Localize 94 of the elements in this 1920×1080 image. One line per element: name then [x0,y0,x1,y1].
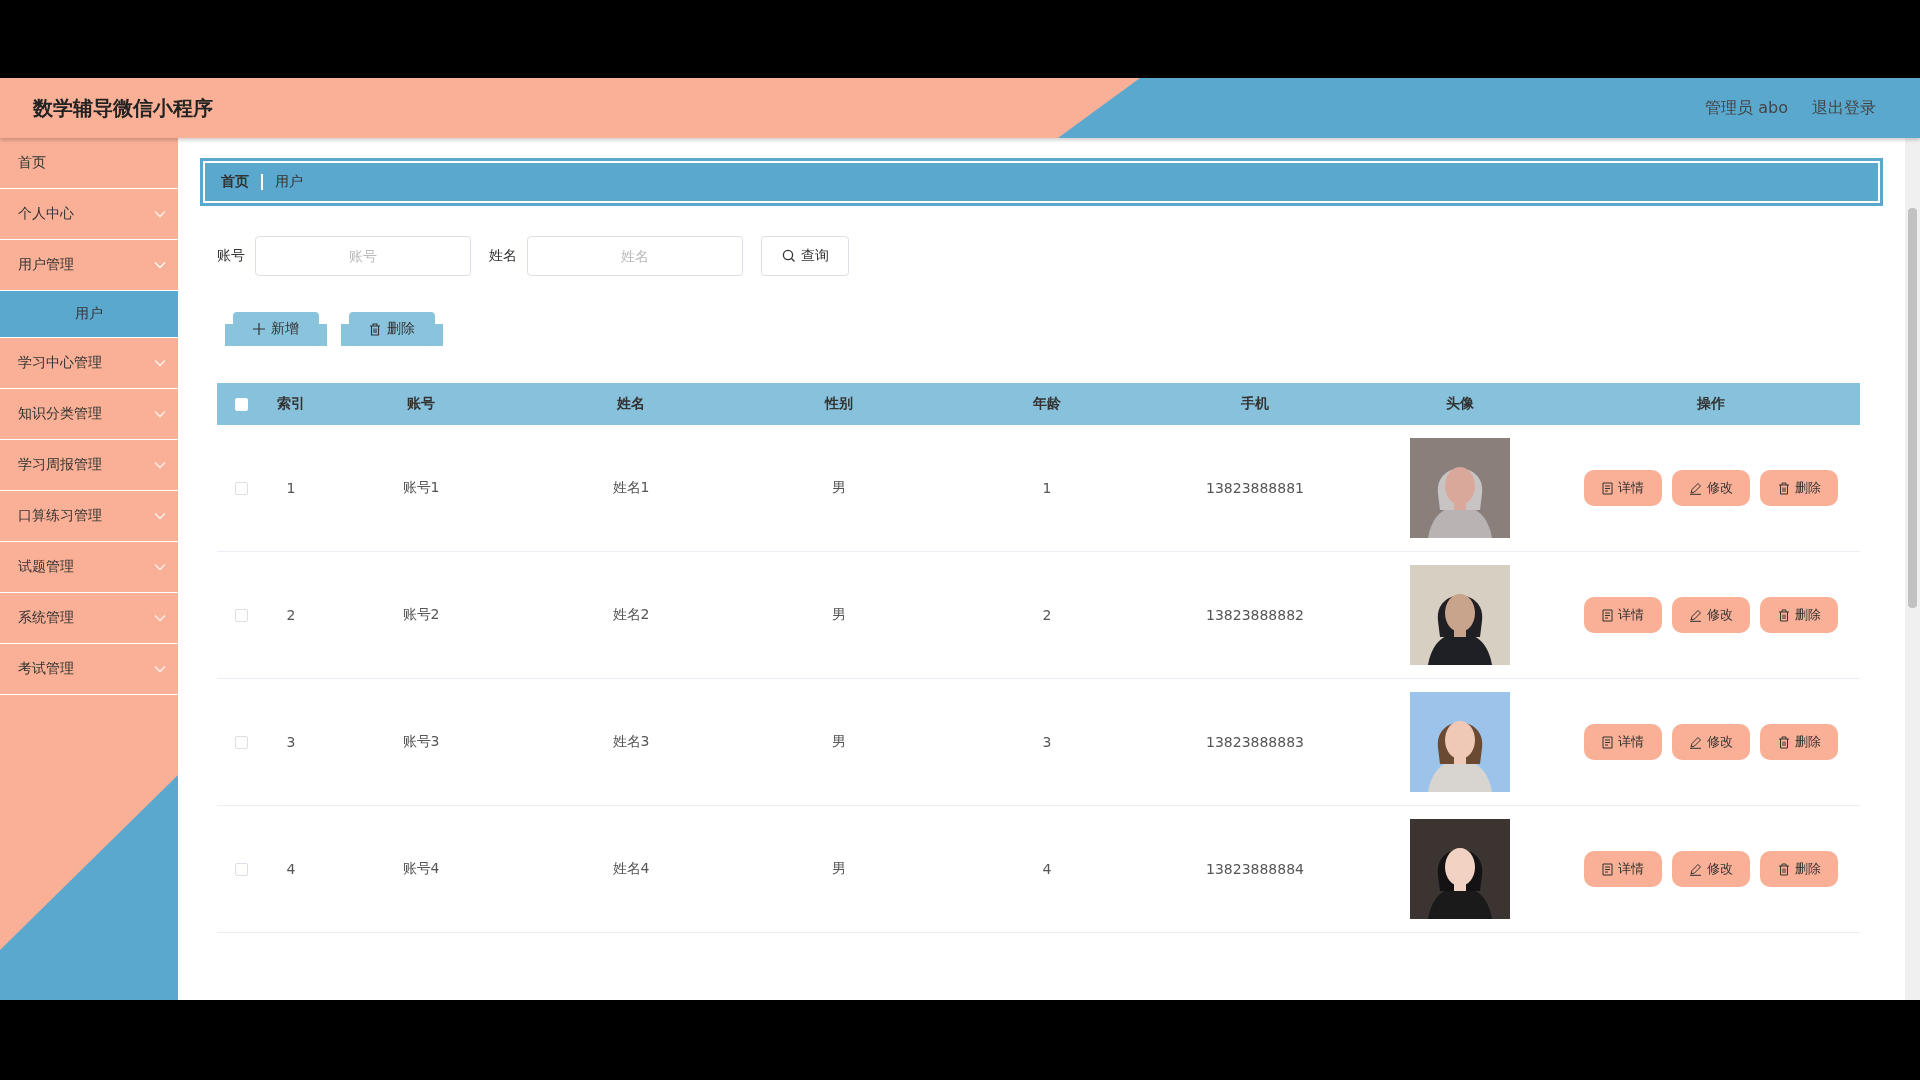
chevron-icon [154,210,166,218]
table-cell: 账号1 [402,479,440,497]
pencil-icon [1689,735,1702,749]
chevron-icon [154,261,166,269]
chevron-icon [154,359,166,367]
plus-icon [253,323,265,335]
breadcrumb-link[interactable]: 首页 [221,173,249,191]
field-label: 账号 [217,247,245,265]
table-cell: 男 [832,733,846,751]
column-header: 手机 [1241,395,1269,413]
trash-icon [1777,862,1790,876]
sidebar-item[interactable]: 首页 [0,138,178,189]
pencil-icon [1689,481,1702,495]
trash-icon [1777,481,1790,495]
sidebar-item[interactable]: 知识分类管理 [0,389,178,440]
delete-button[interactable]: 删除 [1760,470,1838,506]
chevron-icon [154,563,166,571]
document-icon [1602,481,1613,495]
column-header: 姓名 [617,395,645,413]
sidebar-item[interactable]: 口算练习管理 [0,491,178,542]
table-cell: 姓名2 [612,606,650,624]
scrollbar-thumb[interactable] [1908,208,1917,608]
app-title: 数学辅导微信小程序 [33,94,213,122]
row-checkbox[interactable] [235,862,248,876]
table-cell: 1 [1042,480,1052,496]
detail-button[interactable]: 详情 [1584,470,1662,506]
table-cell: 账号3 [402,733,440,751]
column-header: 操作 [1697,395,1725,413]
table-cell: 1 [286,480,296,496]
document-icon [1602,862,1613,876]
table-cell: 4 [1042,861,1052,877]
edit-button[interactable]: 修改 [1672,470,1750,506]
table-cell: 2 [286,607,296,623]
row-checkbox[interactable] [235,608,248,622]
chevron-icon [154,410,166,418]
table-cell: 3 [1042,734,1052,750]
row-checkbox[interactable] [235,481,248,495]
logout-link[interactable]: 退出登录 [1812,97,1876,119]
field-label: 姓名 [489,247,517,265]
table-cell: 姓名3 [612,733,650,751]
trash-icon [1777,735,1790,749]
search-field[interactable]: 账号 [255,236,471,276]
table-cell: 账号4 [402,860,440,878]
table-cell: 4 [286,861,296,877]
table-cell: 姓名4 [612,860,650,878]
sidebar-item[interactable]: 试题管理 [0,542,178,593]
column-header: 性别 [825,395,853,413]
document-icon [1602,608,1613,622]
detail-button[interactable]: 详情 [1584,724,1662,760]
row-checkbox[interactable] [235,735,248,749]
chevron-icon [154,614,166,622]
select-all-checkbox[interactable] [235,397,248,411]
table-cell: 账号2 [402,606,440,624]
document-icon [1602,735,1613,749]
column-header: 年龄 [1033,395,1061,413]
edit-button[interactable]: 修改 [1672,597,1750,633]
chevron-icon [154,461,166,469]
column-header: 账号 [407,395,435,413]
chevron-icon [154,665,166,673]
edit-button[interactable]: 修改 [1672,851,1750,887]
sidebar-item[interactable]: 学习中心管理 [0,338,178,389]
delete-button[interactable]: 删除 [1760,724,1838,760]
trash-icon [369,322,381,336]
table-cell: 男 [832,479,846,497]
sidebar-item[interactable]: 考试管理 [0,644,178,695]
detail-button[interactable]: 详情 [1584,851,1662,887]
column-header: 索引 [277,395,305,413]
sidebar-item[interactable]: 系统管理 [0,593,178,644]
pencil-icon [1689,862,1702,876]
detail-button[interactable]: 详情 [1584,597,1662,633]
table-cell: 姓名1 [612,479,650,497]
edit-button[interactable]: 修改 [1672,724,1750,760]
table-cell: 2 [1042,607,1052,623]
search-field[interactable]: 姓名 [527,236,743,276]
admin-name: 管理员 abo [1705,97,1788,119]
table-cell: 男 [832,860,846,878]
table-cell: 13823888882 [1206,607,1304,623]
pencil-icon [1689,608,1702,622]
table-cell: 13823888881 [1206,480,1304,496]
column-header: 头像 [1446,395,1474,413]
sidebar-item[interactable]: 个人中心 [0,189,178,240]
table-cell: 13823888883 [1206,734,1304,750]
search-icon [781,249,796,263]
breadcrumb-link[interactable]: 用户 [275,173,303,191]
sidebar-subitem[interactable]: 用户 [0,291,178,338]
table-cell: 3 [286,734,296,750]
sidebar-item[interactable]: 学习周报管理 [0,440,178,491]
trash-icon [1777,608,1790,622]
delete-button[interactable]: 删除 [1760,597,1838,633]
search-button[interactable]: 查询 [761,236,849,276]
delete-button[interactable]: 删除 [1760,851,1838,887]
table-cell: 13823888884 [1206,861,1304,877]
table-cell: 男 [832,606,846,624]
chevron-icon [154,512,166,520]
